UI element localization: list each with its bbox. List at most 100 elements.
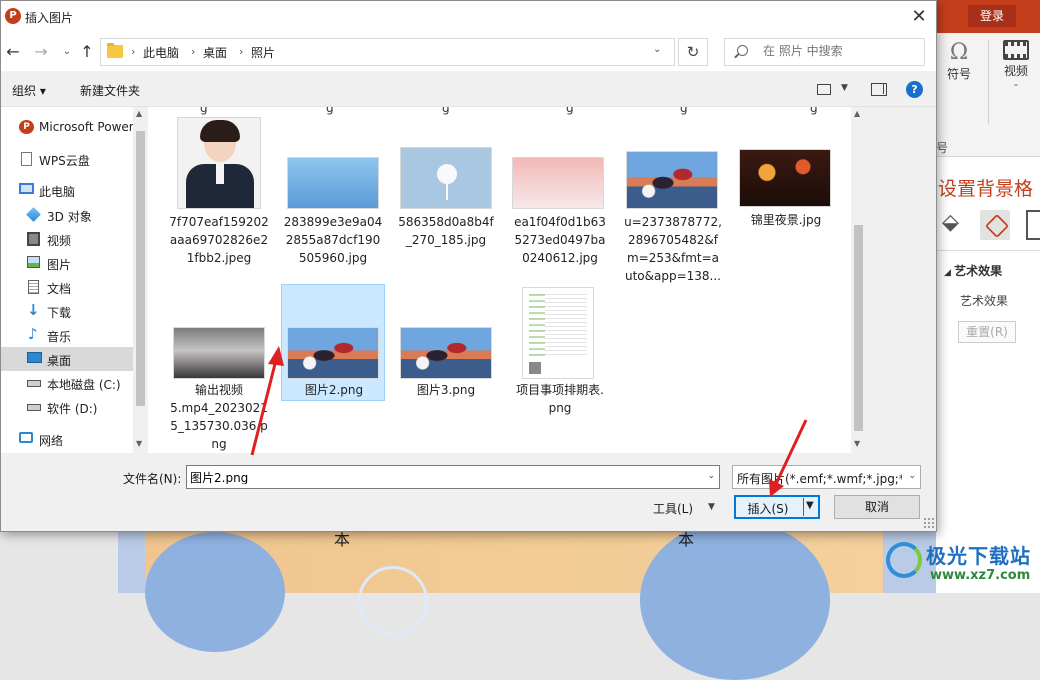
sidebar-item-software-d[interactable]: 软件 (D:) (1, 395, 133, 419)
insert-options-dropdown[interactable]: ▼ (806, 500, 814, 511)
scroll-up-icon[interactable]: ▲ (136, 109, 142, 118)
sidebar-item-pictures[interactable]: 图片 (1, 251, 133, 275)
file-list-scrollbar[interactable]: ▲ ▼ (851, 107, 866, 453)
address-bar[interactable]: › 此电脑 › 桌面 › 照片 ⌄ (100, 38, 675, 66)
file-thumbnail (739, 149, 831, 207)
pane-divider (936, 250, 1040, 251)
watermark-url: www.xz7.com (930, 568, 1031, 583)
sidebar-item-documents[interactable]: 文档 (1, 275, 133, 299)
file-name: u=2373878772, 2896705482&f m=253&fmt=a u… (621, 213, 725, 285)
navigation-scrollbar[interactable]: ▲ ▼ (133, 107, 148, 453)
sidebar-item-network[interactable]: 网络 (1, 427, 133, 451)
sidebar-item-wps-cloud[interactable]: WPS云盘 (1, 147, 133, 171)
sidebar-item-label: 网络 (39, 434, 64, 448)
preview-pane-icon[interactable] (871, 83, 887, 96)
file-name-line: 2896705482&f (628, 233, 718, 247)
effects-pentagon-icon[interactable] (980, 210, 1010, 240)
organize-button[interactable]: 组织 ▾ (12, 82, 46, 99)
chevron-down-icon[interactable]: ▼ (708, 502, 715, 512)
sidebar-item-label: Microsoft Power (39, 120, 133, 134)
file-item[interactable]: 7f707eaf159202 aaa69702826e2 1fbb2.jpeg (167, 115, 271, 285)
filename-input[interactable] (190, 470, 690, 484)
up-button[interactable]: ↑ (77, 41, 97, 63)
login-button[interactable]: 登录 (968, 5, 1016, 27)
scroll-down-icon[interactable]: ▼ (136, 439, 142, 448)
sidebar-item-music[interactable]: ♪ 音乐 (1, 323, 133, 347)
insert-button[interactable]: 插入(S) ▼ (734, 495, 820, 519)
new-folder-button[interactable]: 新建文件夹 (80, 82, 140, 99)
filename-label: 文件名(N): (123, 472, 182, 486)
file-thumbnail (522, 287, 594, 379)
file-item[interactable]: 586358d0a8b4f _270_185.jpg (394, 115, 498, 285)
close-button[interactable]: ✕ (903, 3, 935, 31)
ribbon-separator (988, 40, 989, 124)
cube-icon (26, 207, 41, 222)
scrollbar-thumb[interactable] (854, 225, 863, 431)
back-button[interactable]: ← (3, 41, 23, 63)
file-item[interactable]: 图片2.png (281, 284, 385, 401)
filename-field[interactable]: ⌄ (186, 465, 720, 489)
ribbon-group-label: 号 (936, 141, 949, 155)
recent-locations-button[interactable]: ⌄ (57, 41, 77, 63)
sidebar-item-videos[interactable]: 视频 (1, 227, 133, 251)
file-name: 锦里夜景.jpg (734, 211, 838, 229)
fill-bucket-icon[interactable]: ⬙ (942, 210, 972, 240)
partial-file-label: g (326, 107, 334, 115)
help-icon[interactable]: ? (906, 81, 923, 98)
chevron-down-icon[interactable]: ⌄ (653, 44, 661, 55)
file-item[interactable]: 锦里夜景.jpg (734, 115, 838, 285)
file-item[interactable]: 项目事项排期表. png (508, 285, 612, 453)
tools-button[interactable]: 工具(L) (653, 500, 693, 517)
chevron-down-icon[interactable]: ⌄ (707, 471, 715, 481)
art-effects-heading[interactable]: ◢ 艺术效果 (944, 262, 1002, 279)
powerpoint-icon: P (5, 8, 21, 24)
file-name: 项目事项排期表. png (508, 381, 612, 417)
site-watermark: 极光下载站 www.xz7.com (886, 540, 1036, 588)
sidebar-item-label: 下载 (47, 306, 72, 320)
forward-button[interactable]: → (31, 41, 51, 63)
cancel-button[interactable]: 取消 (834, 495, 920, 519)
file-name-line: 5273ed0497ba (514, 233, 606, 247)
picture-tab-icon[interactable] (1026, 210, 1040, 240)
file-item[interactable]: 图片3.png (394, 285, 498, 453)
file-item[interactable]: 输出视频 5.mp4_2023021 5_135730.036.p ng (167, 285, 271, 453)
chevron-down-icon[interactable]: ▼ (841, 83, 848, 93)
sidebar-item-label: 3D 对象 (47, 210, 92, 224)
resize-grip[interactable] (923, 517, 935, 529)
sidebar-item-desktop[interactable]: 桌面 (1, 347, 133, 371)
view-options-icon[interactable] (817, 84, 831, 95)
file-name: 图片2.png (282, 381, 386, 399)
sidebar-item-this-pc[interactable]: 此电脑 (1, 178, 133, 202)
file-type-select[interactable]: 所有图片(*.emf;*.wmf;*.jpg;*.jp ⌄ (732, 465, 921, 489)
sidebar-item-3d-objects[interactable]: 3D 对象 (1, 203, 133, 227)
download-icon: ↓ (27, 301, 40, 319)
file-item[interactable]: 283899e3e9a04 2855a87dcf190 505960.jpg (281, 115, 385, 285)
file-thumbnail (287, 157, 379, 209)
insert-label: 插入(S) (747, 502, 789, 516)
file-name-line: 5.mp4_2023021 (170, 401, 268, 415)
reset-button[interactable]: 重置(R) (958, 321, 1016, 343)
sidebar-item-microsoft-powerpoint[interactable]: P Microsoft Power (1, 115, 133, 139)
symbol-button[interactable]: Ω 符号 (944, 40, 974, 82)
file-item[interactable]: u=2373878772, 2896705482&f m=253&fmt=a u… (621, 115, 725, 285)
scroll-up-icon[interactable]: ▲ (854, 109, 860, 118)
scroll-down-icon[interactable]: ▼ (854, 439, 860, 448)
sidebar-item-label: 桌面 (47, 354, 72, 368)
video-button[interactable]: 视频 ⌄ (994, 40, 1038, 88)
art-effects-heading-label: 艺术效果 (954, 264, 1003, 278)
refresh-button[interactable]: ↻ (678, 38, 708, 66)
file-thumbnail (626, 151, 718, 209)
file-item[interactable]: ea1f04f0d1b63 5273ed0497ba 0240612.jpg (508, 115, 612, 285)
file-thumbnail (400, 327, 492, 379)
scrollbar-thumb[interactable] (136, 131, 145, 406)
breadcrumb-photos[interactable]: 照片 (251, 44, 275, 61)
search-box[interactable] (724, 38, 925, 66)
file-thumbnail (177, 117, 261, 209)
breadcrumb-desktop[interactable]: 桌面 (203, 44, 227, 61)
search-input[interactable] (763, 44, 913, 58)
sidebar-item-downloads[interactable]: ↓ 下载 (1, 299, 133, 323)
sidebar-item-local-disk-c[interactable]: 本地磁盘 (C:) (1, 371, 133, 395)
dialog-title-bar: P 插入图片 ✕ (1, 1, 936, 33)
file-type-value: 所有图片(*.emf;*.wmf;*.jpg;*.jp (737, 472, 902, 486)
breadcrumb-this-pc[interactable]: 此电脑 (143, 44, 179, 61)
